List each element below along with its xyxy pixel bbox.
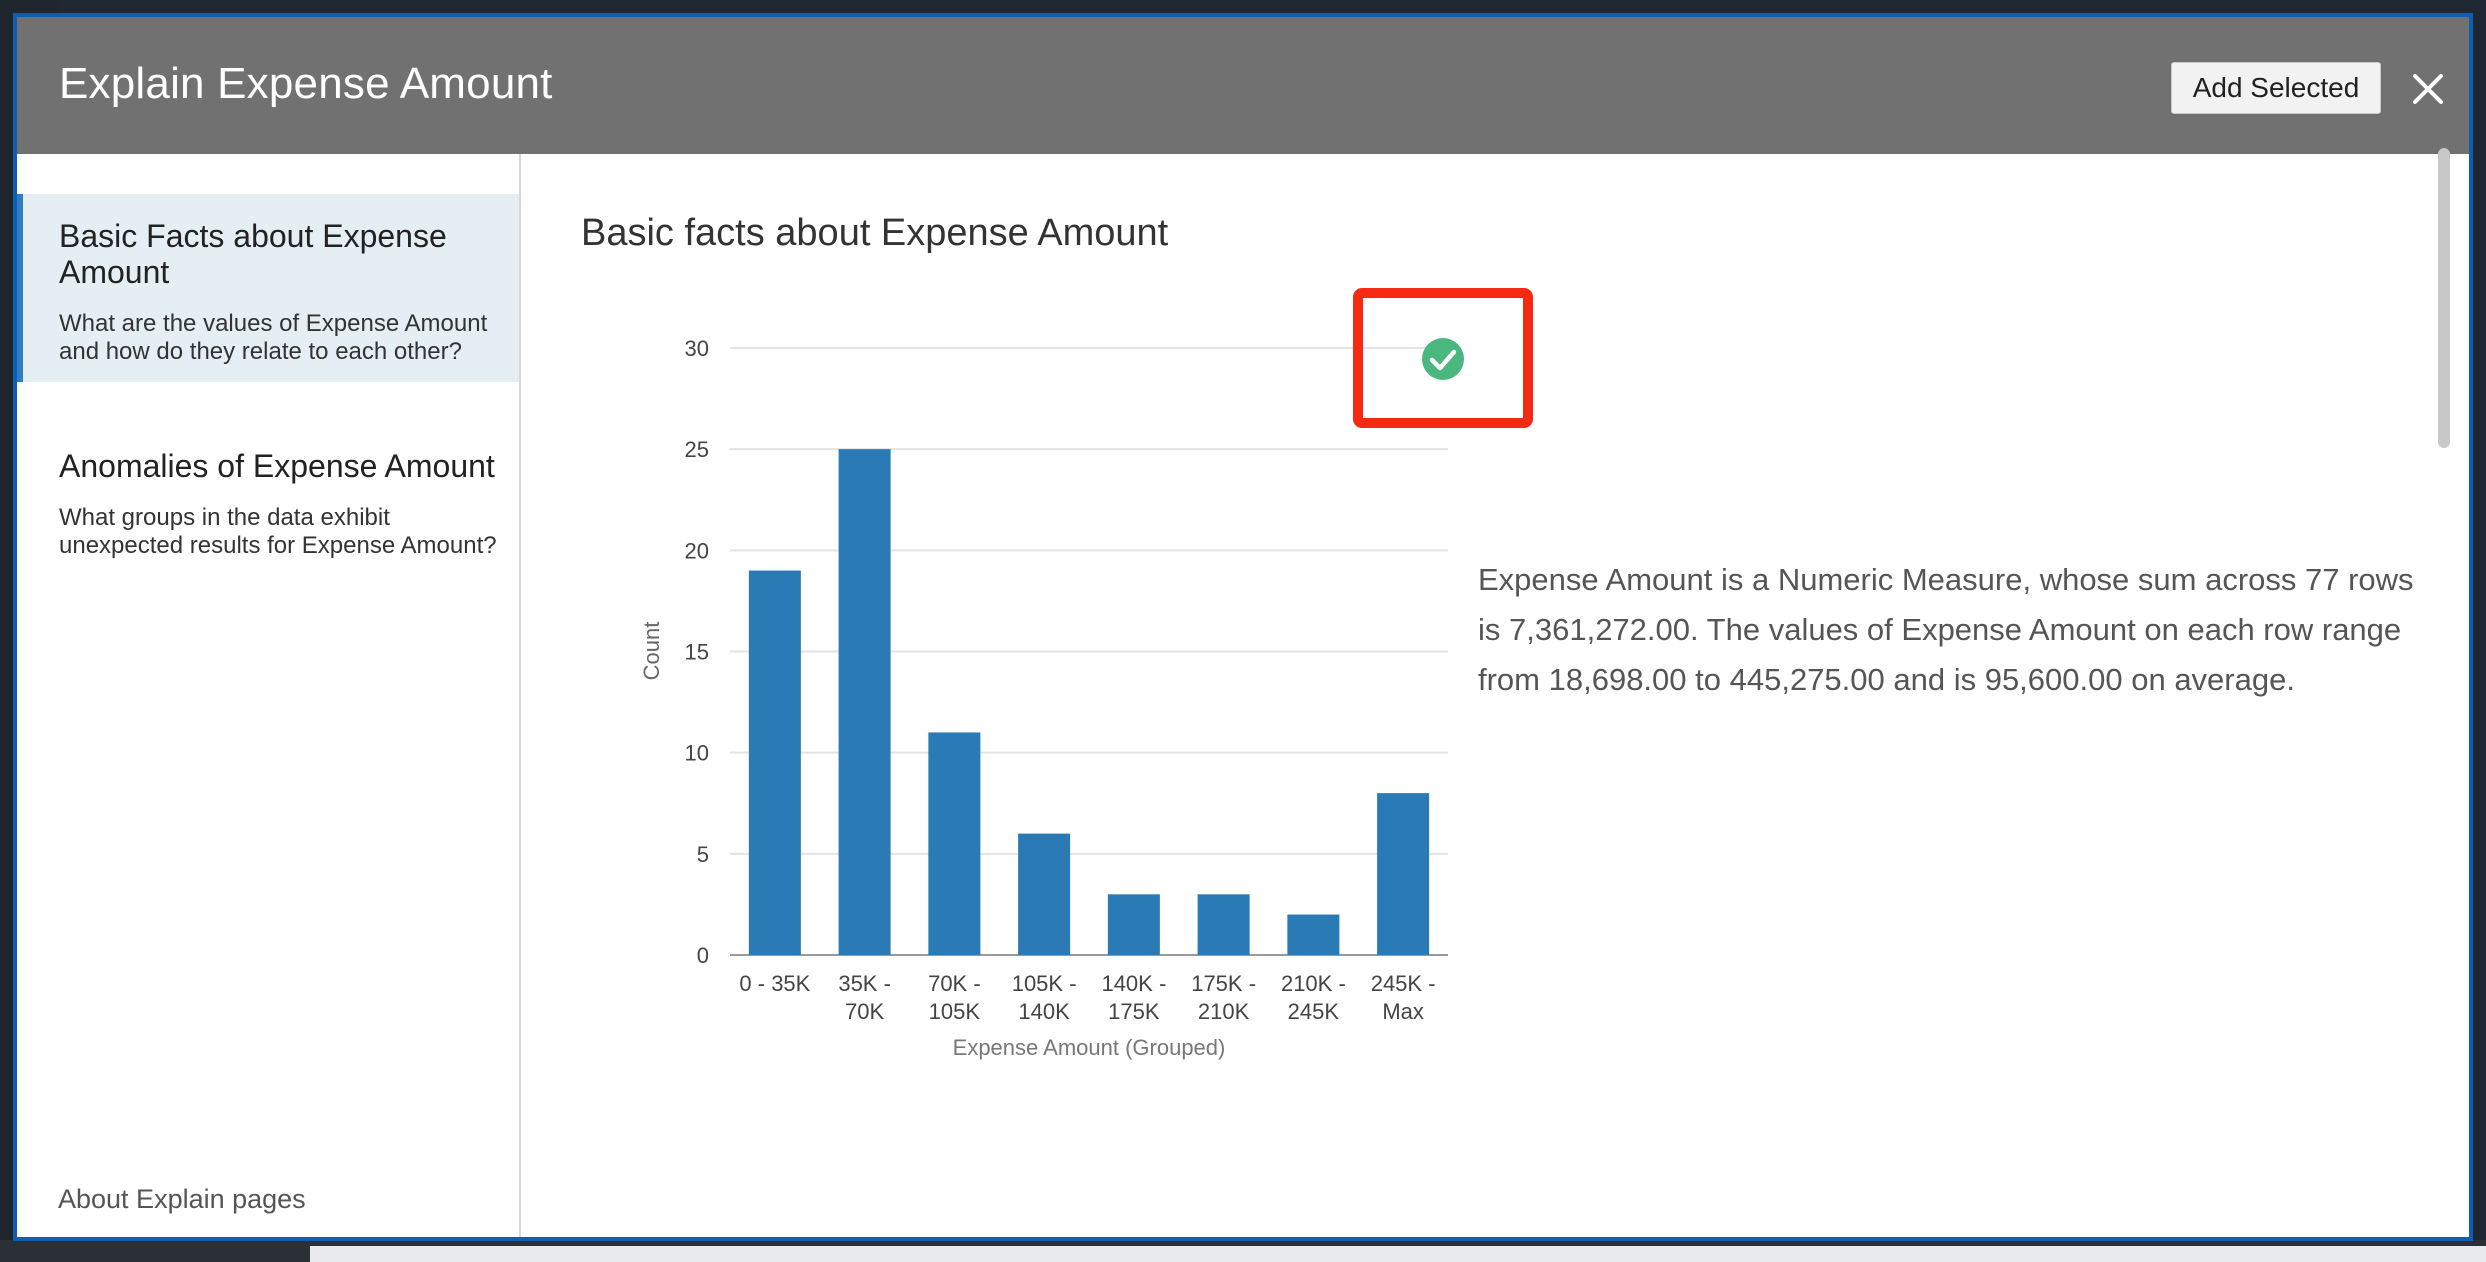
y-tick-label: 30	[685, 336, 709, 361]
bar	[838, 449, 891, 955]
sidebar-item-basic-facts[interactable]: Basic Facts about Expense Amount What ar…	[17, 194, 519, 382]
bar	[1287, 914, 1340, 955]
dialog-title: Explain Expense Amount	[59, 59, 553, 108]
x-tick-label: 210K -	[1281, 971, 1346, 996]
x-tick-label: 245K	[1288, 999, 1340, 1024]
x-axis-label: Expense Amount (Grouped)	[953, 1035, 1226, 1060]
x-tick-label: 175K -	[1191, 971, 1256, 996]
y-tick-label: 5	[697, 842, 709, 867]
close-icon[interactable]	[2408, 69, 2448, 109]
check-circle-icon	[1422, 338, 1464, 380]
explain-sidebar: Basic Facts about Expense Amount What ar…	[17, 154, 521, 1237]
scrollbar-thumb[interactable]	[2438, 148, 2450, 448]
sidebar-item-description: What are the values of Expense Amount an…	[59, 310, 488, 365]
x-tick-label: Max	[1382, 999, 1424, 1024]
sidebar-item-description: What groups in the data exhibit unexpect…	[59, 504, 497, 559]
x-tick-label: 210K	[1198, 999, 1250, 1024]
y-axis-label: Count	[639, 622, 664, 681]
x-tick-label: 35K -	[838, 971, 891, 996]
explain-content: Basic facts about Expense Amount 0 5 10 15 2…	[521, 154, 2469, 1237]
bar	[1107, 894, 1160, 955]
x-tick-label: 70K -	[928, 971, 981, 996]
y-tick-label: 25	[685, 437, 709, 462]
about-explain-link[interactable]: About Explain pages	[58, 1184, 306, 1215]
x-tick-label: 140K -	[1101, 971, 1166, 996]
add-selected-button[interactable]: Add Selected	[2171, 62, 2381, 114]
explain-dialog: Explain Expense Amount Add Selected Basi…	[13, 13, 2473, 1241]
bar	[1377, 793, 1430, 955]
background-app-canvas	[310, 1246, 2486, 1262]
x-tick-label: 105K -	[1012, 971, 1077, 996]
bar	[1018, 833, 1071, 955]
sidebar-item-title: Anomalies of Expense Amount	[59, 448, 495, 484]
x-tick-label: 105K	[929, 999, 981, 1024]
dialog-header: Explain Expense Amount Add Selected	[17, 17, 2469, 154]
explanation-text: Expense Amount is a Numeric Measure, who…	[1478, 562, 2414, 697]
sidebar-item-anomalies[interactable]: Anomalies of Expense Amount What groups …	[17, 424, 519, 584]
y-tick-label: 15	[685, 640, 709, 665]
bar	[748, 570, 801, 955]
scrollbar[interactable]	[2447, 154, 2469, 1237]
bar	[1197, 894, 1250, 955]
histogram-chart: 0 5 10 15 20 25 30 Count 0 - 35K 35K - 70K 70K - 105…	[639, 288, 1533, 1060]
y-tick-label: 0	[697, 943, 709, 968]
sidebar-item-title: Basic Facts about Expense Amount	[59, 218, 447, 290]
y-tick-label: 10	[685, 741, 709, 766]
x-tick-label: 0 - 35K	[739, 971, 810, 996]
y-tick-label: 20	[685, 538, 709, 563]
x-tick-label: 70K	[845, 999, 884, 1024]
bar	[928, 732, 981, 955]
x-tick-label: 245K -	[1371, 971, 1436, 996]
x-tick-label: 140K	[1018, 999, 1070, 1024]
x-tick-label: 175K	[1108, 999, 1160, 1024]
